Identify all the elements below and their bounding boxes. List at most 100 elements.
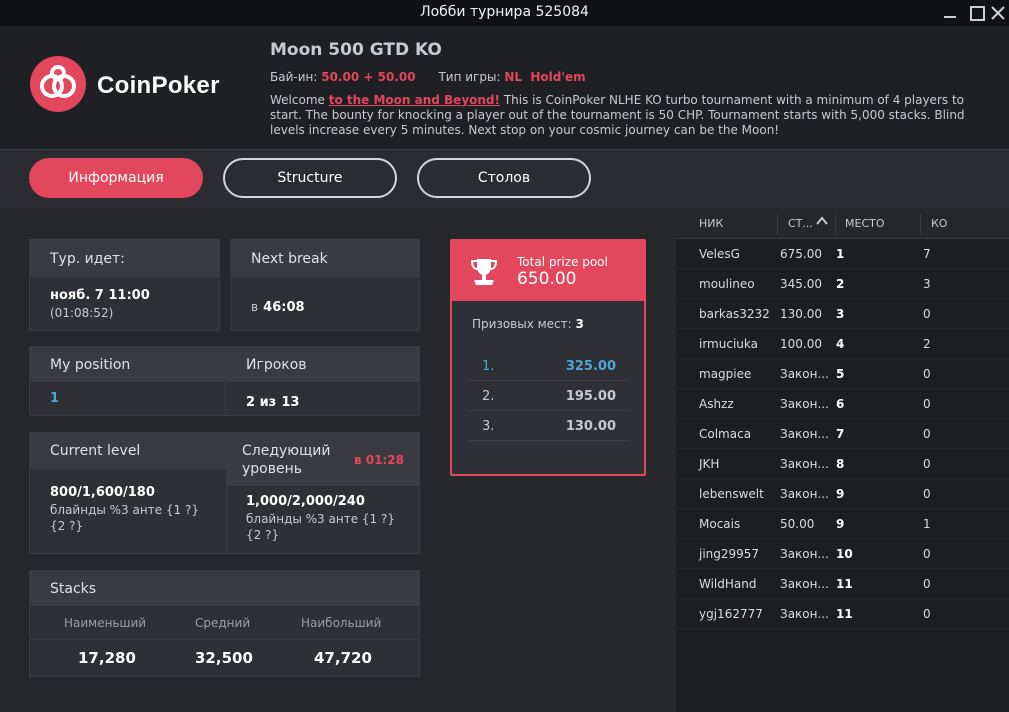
prize-pool-amount: 650.00	[517, 269, 577, 289]
player-stack: 50.00	[780, 517, 815, 531]
player-stack: Закон...	[780, 577, 829, 591]
running-card: Тур. идет: нояб. 7 11:00 (01:08:52)	[29, 239, 220, 331]
player-place: 7	[836, 427, 845, 441]
next-level-desc: блайнды %3 анте {1 ?}	[246, 512, 395, 526]
running-label: Тур. идет:	[30, 240, 219, 277]
tab-structure[interactable]: Structure	[223, 158, 397, 198]
player-row[interactable]: irmuciuka 100.00 4 2	[676, 329, 1009, 359]
col-place[interactable]: МЕСТО	[845, 217, 885, 230]
prize-pool-card: Total prize pool 650.00 Призовых мест: 3…	[450, 239, 646, 476]
player-nick: ygj162777	[699, 607, 763, 621]
stacks-col-min: Наименьший	[64, 616, 147, 630]
tournament-description: Welcome to the Moon and Beyond! This is …	[270, 93, 970, 138]
player-row[interactable]: magpiee Закон... 5 0	[676, 359, 1009, 389]
col-ko[interactable]: КО	[931, 217, 947, 230]
player-place: 8	[836, 457, 845, 471]
minimize-icon[interactable]	[940, 3, 960, 23]
divider	[226, 486, 227, 554]
player-place: 11	[836, 577, 853, 591]
player-ko: 7	[923, 247, 931, 261]
gametype-value: NL Hold'em	[504, 70, 586, 84]
player-ko: 0	[923, 547, 931, 561]
trophy-icon	[468, 255, 500, 287]
player-stack: 130.00	[780, 307, 822, 321]
player-ko: 0	[923, 487, 931, 501]
player-ko: 0	[923, 577, 931, 591]
players-rows: VelesG 675.00 1 7 moulineo 345.00 2 3 barkas32…	[676, 239, 1009, 629]
player-nick: Ashzz	[699, 397, 734, 411]
player-row[interactable]: Colmaca Закон... 7 0	[676, 419, 1009, 449]
tab-info[interactable]: Информация	[29, 158, 203, 198]
prize-row: 2. 195.00	[468, 383, 630, 411]
col-nick[interactable]: НИК	[699, 217, 723, 230]
player-nick: WildHand	[699, 577, 757, 591]
next-level-header: Следующий уровень в 01:28	[226, 433, 420, 486]
buyin-label: Бай-ин:	[270, 70, 318, 84]
desc-pre: Welcome	[270, 93, 329, 107]
player-place: 2	[836, 277, 845, 291]
player-nick: moulineo	[699, 277, 755, 291]
break-value: в 46:08	[251, 296, 305, 315]
col-stack[interactable]: СТ...	[788, 217, 813, 230]
buyin-value: 50.00 + 50.00	[321, 70, 416, 84]
player-stack: Закон...	[780, 397, 829, 411]
prize-place: 1.	[482, 359, 495, 374]
player-row[interactable]: moulineo 345.00 2 3	[676, 269, 1009, 299]
divider	[777, 214, 778, 234]
player-row[interactable]: VelesG 675.00 1 7	[676, 239, 1009, 269]
prize-places-label: Призовых мест:	[472, 317, 572, 331]
player-stack: 100.00	[780, 337, 822, 351]
position-header: My position Игроков	[30, 347, 419, 382]
maximize-icon[interactable]	[966, 3, 986, 23]
player-row[interactable]: Ashzz Закон... 6 0	[676, 389, 1009, 419]
description-link[interactable]: to the Moon and Beyond!	[329, 93, 500, 107]
current-level-desc: блайнды %3 анте {1 ?}	[50, 503, 199, 517]
break-card: Next break в 46:08	[230, 239, 420, 331]
player-row[interactable]: JKH Закон... 8 0	[676, 449, 1009, 479]
tournament-name: Moon 500 GTD KO	[270, 40, 442, 60]
prize-amount: 195.00	[565, 389, 616, 404]
player-ko: 0	[923, 607, 931, 621]
prize-places: Призовых мест: 3	[472, 317, 584, 331]
sort-up-icon[interactable]	[816, 215, 828, 230]
player-row[interactable]: ygj162777 Закон... 11 0	[676, 599, 1009, 629]
player-row[interactable]: barkas3232 130.00 3 0	[676, 299, 1009, 329]
player-place: 3	[836, 307, 845, 321]
tab-bar: Информация Structure Столов	[0, 150, 1009, 208]
tournament-header: CoinPoker Moon 500 GTD KO Бай-ин: 50.00 …	[0, 26, 1009, 150]
players-label: Игроков	[246, 356, 307, 373]
player-row[interactable]: WildHand Закон... 11 0	[676, 569, 1009, 599]
player-stack: Закон...	[780, 547, 829, 561]
player-row[interactable]: Mocais 50.00 9 1	[676, 509, 1009, 539]
prize-row: 3. 130.00	[468, 413, 630, 441]
players-count: 13	[281, 395, 300, 410]
players-prefix: 2 из	[246, 395, 277, 410]
current-level-desc2: {2 ?}	[50, 519, 84, 533]
prize-places-value: 3	[575, 317, 584, 331]
stacks-header-row: Наименьший Средний Наибольший	[30, 606, 419, 640]
player-row[interactable]: jing29957 Закон... 10 0	[676, 539, 1009, 569]
player-row[interactable]: lebenswelt Закон... 9 0	[676, 479, 1009, 509]
prize-amount: 130.00	[565, 419, 616, 434]
player-ko: 0	[923, 397, 931, 411]
stacks-avg: 32,500	[195, 649, 253, 667]
break-prefix: в	[251, 300, 259, 314]
prize-place: 2.	[482, 389, 495, 404]
stacks-col-avg: Средний	[195, 616, 251, 630]
player-nick: barkas3232	[699, 307, 770, 321]
divider	[225, 382, 226, 416]
player-stack: Закон...	[780, 427, 829, 441]
stacks-card: Stacks Наименьший Средний Наибольший 17,…	[29, 570, 420, 677]
tab-tables[interactable]: Столов	[417, 158, 591, 198]
player-stack: Закон...	[780, 457, 829, 471]
info-panel: Тур. идет: нояб. 7 11:00 (01:08:52) Next…	[0, 208, 676, 712]
close-icon[interactable]	[988, 3, 1008, 23]
player-place: 1	[836, 247, 845, 261]
players-table-header: НИК СТ... МЕСТО КО	[676, 208, 1009, 239]
next-level-value: 1,000/2,000/240	[246, 494, 365, 509]
player-nick: magpiee	[699, 367, 752, 381]
stacks-label: Stacks	[30, 571, 419, 606]
window-title: Лобби турнира 525084	[420, 4, 589, 20]
player-nick: lebenswelt	[699, 487, 764, 501]
player-stack: 675.00	[780, 247, 822, 261]
